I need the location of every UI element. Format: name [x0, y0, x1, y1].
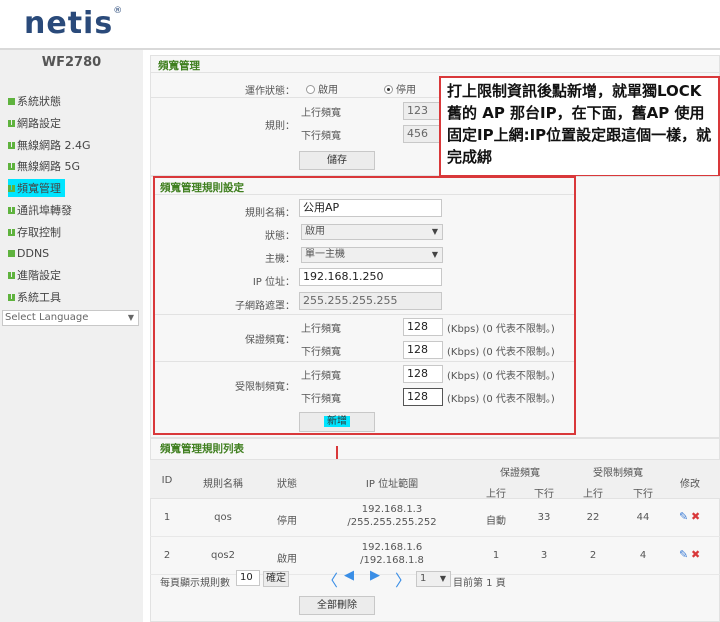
col-id: ID [161, 475, 173, 486]
sidebar-item-2[interactable]: 網路設定 [8, 114, 61, 132]
chevron-down-icon: ▼ [439, 574, 446, 583]
prev-page-icon[interactable]: ◀ [344, 568, 354, 583]
cell-l-up: 2 [589, 550, 597, 561]
cell-id: 2 [163, 550, 171, 561]
page-select-value: 1 [420, 573, 427, 584]
col-limited: 受限制頻寬 [593, 468, 643, 479]
sidebar-item-label: 通訊埠轉發 [17, 204, 72, 217]
sidebar-item-label: 系統狀態 [17, 95, 61, 108]
sidebar-item-1[interactable]: 系統狀態 [8, 92, 61, 110]
col-ip: IP 位址範圍 [365, 479, 419, 490]
edit-icon[interactable]: ✎ [679, 548, 688, 561]
grid-icon [8, 141, 15, 149]
grid-icon [8, 162, 15, 170]
sidebar-item-label: DDNS [17, 246, 50, 260]
col-limited-down: 下行 [633, 489, 653, 500]
down-bandwidth-input[interactable]: 456 [403, 125, 440, 143]
sidebar-item-10[interactable]: 系統工具 [8, 288, 61, 306]
cell-g-up: 自動 [486, 516, 506, 527]
radio-checked-icon [384, 85, 393, 94]
col-guaranteed-up: 上行 [486, 489, 506, 500]
netis-logo: netis® [24, 6, 124, 41]
grid-icon [8, 228, 15, 236]
annotation-note: 打上限制資訊後點新增，就單獨LOCK舊的 AP 那台IP，在下面，舊AP 使用固… [439, 76, 720, 177]
rule-list-title: 頻寬管理規則列表 [160, 443, 244, 455]
col-limited-up: 上行 [583, 489, 603, 500]
sidebar-item-6[interactable]: 通訊埠轉發 [8, 201, 72, 219]
cell-state: 停用 [277, 516, 297, 527]
sidebar-item-label: 存取控制 [17, 226, 61, 239]
language-select[interactable]: Select Language ▼ [2, 310, 139, 326]
divider [150, 72, 720, 73]
sidebar-item-label: 系統工具 [17, 291, 61, 304]
cell-state: 啟用 [277, 554, 297, 565]
cell-name: qos2 [210, 550, 236, 561]
col-edit: 修改 [680, 479, 700, 490]
grid-icon [8, 271, 15, 279]
sidebar-item-8[interactable]: DDNS [8, 244, 49, 262]
sidebar-item-label: 頻寬管理 [17, 182, 61, 195]
cell-l-up: 22 [586, 512, 600, 523]
sidebar-item-label: 無線網路 5G [17, 160, 81, 173]
up-bandwidth-label: 上行頻寬 [301, 108, 341, 119]
sidebar-item-7[interactable]: 存取控制 [8, 223, 61, 241]
next-page-icon[interactable]: ▶ [370, 568, 380, 583]
sidebar-item-9[interactable]: 進階設定 [8, 266, 61, 284]
square-icon [8, 249, 15, 257]
page-info: 目前第 1 頁 [453, 578, 506, 589]
first-page-icon[interactable]: 〈 [322, 567, 338, 591]
disable-label: 停用 [396, 85, 416, 96]
down-bandwidth-label: 下行頻寬 [301, 131, 341, 142]
cell-g-down: 3 [540, 550, 548, 561]
delete-icon[interactable]: ✖ [691, 548, 700, 561]
status-label: 運作狀態： [245, 86, 295, 97]
divider [150, 97, 440, 98]
highlight-box [153, 176, 576, 435]
cell-l-down: 44 [636, 512, 650, 523]
grid-icon [8, 119, 15, 127]
cell-ip-range: /192.168.1.8 [360, 555, 424, 566]
grid-icon [8, 206, 15, 214]
cell-ip-range: 192.168.1.6 [361, 542, 423, 553]
per-page-label: 每頁顯示規則數 [160, 578, 230, 589]
last-page-icon[interactable]: 〉 [395, 567, 411, 591]
cell-ip-range: 192.168.1.3 [361, 504, 423, 515]
page-select[interactable]: 1 ▼ [416, 571, 451, 587]
sidebar-item-label: 無線網路 2.4G [17, 139, 91, 152]
cell-name: qos [214, 512, 232, 523]
grid-icon [8, 293, 15, 301]
cell-g-down: 33 [537, 512, 551, 523]
cell-g-up: 1 [492, 550, 500, 561]
sidebar-item-3[interactable]: 無線網路 2.4G [8, 136, 91, 154]
disable-radio[interactable]: 停用 [384, 81, 416, 96]
radio-icon [306, 85, 315, 94]
bandwidth-title: 頻寬管理 [158, 60, 200, 72]
sidebar-item-label: 進階設定 [17, 269, 61, 282]
cell-id: 1 [163, 512, 171, 523]
delete-all-button[interactable]: 全部刪除 [299, 596, 375, 615]
col-guaranteed: 保證頻寬 [500, 468, 540, 479]
language-select-label: Select Language [5, 312, 89, 323]
model-name: WF2780 [41, 55, 102, 70]
sidebar-item-4[interactable]: 無線網路 5G [8, 157, 80, 175]
col-state: 狀態 [277, 479, 297, 490]
chevron-down-icon: ▼ [127, 313, 134, 322]
sidebar-item-label: 網路設定 [17, 117, 61, 130]
enable-label: 啟用 [318, 85, 338, 96]
per-page-input[interactable]: 10 [236, 570, 260, 586]
grid-icon [8, 184, 15, 192]
confirm-button[interactable]: 確定 [263, 571, 289, 587]
edit-icon[interactable]: ✎ [679, 510, 688, 523]
enable-radio[interactable]: 啟用 [306, 81, 338, 96]
square-icon [8, 97, 15, 105]
cell-ip-range: /255.255.255.252 [347, 517, 437, 528]
rule-label: 規則： [265, 121, 295, 132]
delete-icon[interactable]: ✖ [691, 510, 700, 523]
cell-l-down: 4 [639, 550, 647, 561]
up-bandwidth-input[interactable]: 123 [403, 102, 440, 120]
col-name: 規則名稱 [203, 479, 243, 490]
save-button[interactable]: 儲存 [299, 151, 375, 170]
col-guaranteed-down: 下行 [534, 489, 554, 500]
sidebar-item-5[interactable]: 頻寬管理 [8, 179, 65, 197]
